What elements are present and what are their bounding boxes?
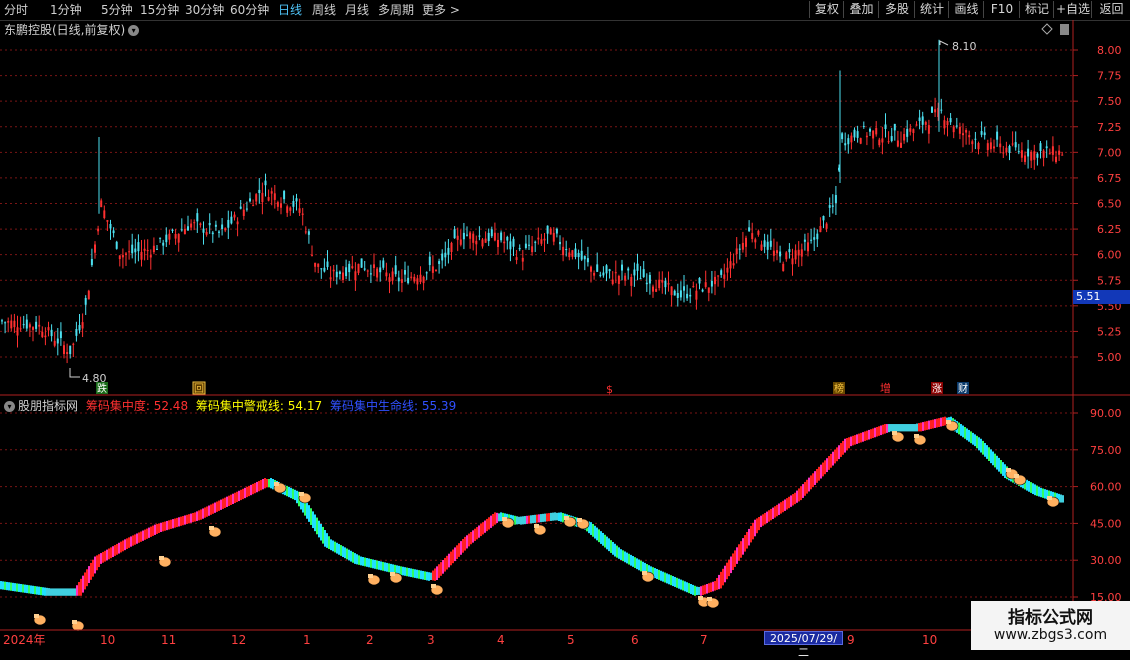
svg-text:涨: 涨 xyxy=(932,383,942,395)
diamond-icon[interactable] xyxy=(1041,23,1053,35)
stock-title: 东鹏控股(日线,前复权) ▾ xyxy=(4,22,140,38)
watermark-title: 指标公式网 xyxy=(1008,608,1093,628)
price-axis-label: 7.25 xyxy=(1097,121,1122,134)
event-marker-die[interactable]: 跌 xyxy=(96,382,108,395)
warning-line-value: 54.17 xyxy=(287,399,323,413)
signal-marker-icon xyxy=(298,492,312,504)
signal-marker-icon xyxy=(273,482,287,494)
high-price-label: 8.10 xyxy=(952,40,977,53)
event-marker-hui[interactable]: 回 xyxy=(192,381,206,395)
indicator-axis-label: 75.00 xyxy=(1090,444,1122,457)
signal-marker-icon xyxy=(71,620,85,632)
time-axis-label: 12 xyxy=(231,633,247,647)
warning-line-label: 筹码集中警戒线: xyxy=(195,399,284,413)
lifeline-label: 筹码集中生命线: xyxy=(329,399,419,413)
price-axis-label: 7.50 xyxy=(1097,95,1122,108)
watermark: 指标公式网 www.zbgs3.com xyxy=(971,601,1130,650)
watermark-url: www.zbgs3.com xyxy=(993,627,1108,643)
price-axis-label: 6.75 xyxy=(1097,172,1122,185)
signal-marker-icon xyxy=(158,556,172,568)
signal-marker-icon xyxy=(533,524,547,536)
price-axis-label: 5.00 xyxy=(1097,351,1122,364)
concentration-value: 52.48 xyxy=(153,399,189,413)
price-axis-label: 6.00 xyxy=(1097,249,1122,262)
indicator-axis-label: 90.00 xyxy=(1090,407,1122,420)
time-axis-label: 1 xyxy=(303,633,311,647)
price-axis-label: 5.25 xyxy=(1097,325,1122,338)
time-axis-label: 5 xyxy=(567,633,575,647)
concentration-label: 筹码集中度: xyxy=(85,399,150,413)
time-axis-label: 11 xyxy=(161,633,177,647)
signal-marker-icon xyxy=(576,518,590,530)
signal-marker-icon xyxy=(367,574,381,586)
time-axis-label: 4 xyxy=(497,633,505,647)
signal-marker-icon xyxy=(430,584,444,596)
event-marker-zeng[interactable]: 增 xyxy=(880,381,891,395)
event-marker-zhang[interactable]: 涨 xyxy=(931,382,943,395)
svg-text:榜: 榜 xyxy=(834,382,844,395)
svg-text:增: 增 xyxy=(880,381,891,395)
kline-chart[interactable]: 8.00 7.75 7.50 7.25 7.00 6.75 6.50 6.25 6.00 5.75… xyxy=(0,0,1130,650)
price-axis-label: 7.00 xyxy=(1097,146,1122,159)
indicator-title: ▾ 股朋指标网 筹码集中度: 52.48 筹码集中警戒线: 54.17 筹码集中生… xyxy=(4,398,456,414)
indicator-axis-label: 30.00 xyxy=(1090,554,1122,567)
signal-marker-icon xyxy=(208,526,222,538)
price-axis-label: 7.75 xyxy=(1097,70,1122,83)
time-axis-label: 6 xyxy=(631,633,639,647)
price-axis-label: 6.25 xyxy=(1097,223,1122,236)
event-marker-dollar[interactable]: $ xyxy=(606,383,613,396)
chevron-down-icon[interactable]: ▾ xyxy=(128,25,140,36)
lifeline-value: 55.39 xyxy=(421,399,457,413)
price-axis-label: 6.50 xyxy=(1097,198,1122,211)
panel-scroll-icon[interactable] xyxy=(1060,24,1069,35)
time-axis-label: 9 xyxy=(847,633,855,647)
svg-text:跌: 跌 xyxy=(97,382,107,395)
time-axis-label: 2024年 xyxy=(3,633,46,647)
chevron-down-icon[interactable]: ▾ xyxy=(4,401,15,412)
high-marker-icon xyxy=(939,40,949,46)
signal-marker-icon xyxy=(1013,474,1027,486)
indicator-axis-label: 60.00 xyxy=(1090,481,1122,494)
signal-marker-icon xyxy=(913,434,927,446)
time-axis-label: 3 xyxy=(427,633,435,647)
price-axis-label: 8.00 xyxy=(1097,44,1122,57)
time-axis-label: 7 xyxy=(700,633,708,647)
event-marker-cai[interactable]: 财 xyxy=(957,382,969,395)
svg-text:财: 财 xyxy=(958,382,968,395)
price-axis-label: 5.75 xyxy=(1097,274,1122,287)
current-price-tag: 5.51 xyxy=(1073,290,1130,304)
cursor-date-tag: 2025/07/29/二 xyxy=(764,631,843,659)
signal-marker-icon xyxy=(891,431,905,443)
event-marker-bang[interactable]: 榜 xyxy=(833,382,845,395)
time-axis-label: 2 xyxy=(366,633,374,647)
signal-marker-icon xyxy=(33,614,47,626)
signal-marker-icon xyxy=(706,597,720,609)
candlestick-series xyxy=(1,39,1064,364)
indicator-source: 股朋指标网 xyxy=(18,399,79,413)
svg-text:回: 回 xyxy=(194,383,204,395)
indicator-axis-label: 45.00 xyxy=(1090,517,1122,530)
low-marker-icon xyxy=(69,368,80,378)
svg-text:$: $ xyxy=(606,383,613,396)
stock-title-text: 东鹏控股(日线,前复权) xyxy=(4,23,126,37)
time-axis-label: 10 xyxy=(922,633,938,647)
time-axis-label: 10 xyxy=(100,633,116,647)
